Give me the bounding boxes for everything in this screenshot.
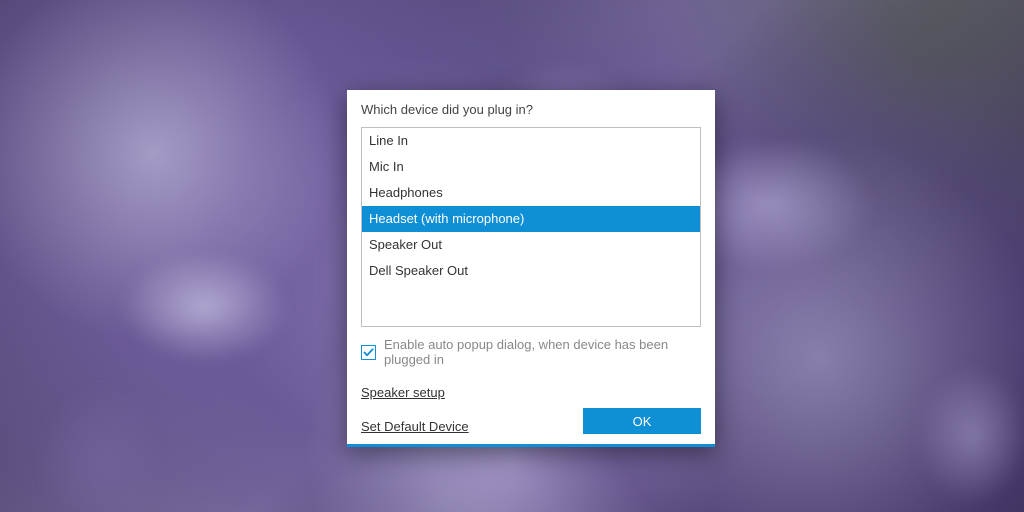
device-item-headphones[interactable]: Headphones	[362, 180, 700, 206]
dialog-title: Which device did you plug in?	[361, 102, 701, 117]
dialog-footer: Speaker setup Set Default Device OK	[361, 385, 701, 434]
audio-device-dialog: Which device did you plug in? Line In Mi…	[347, 90, 715, 447]
auto-popup-checkbox[interactable]	[361, 345, 376, 360]
desktop-background: Which device did you plug in? Line In Mi…	[0, 0, 1024, 512]
auto-popup-label: Enable auto popup dialog, when device ha…	[384, 337, 701, 367]
device-item-dell-speaker-out[interactable]: Dell Speaker Out	[362, 258, 700, 284]
device-item-line-in[interactable]: Line In	[362, 128, 700, 154]
auto-popup-row: Enable auto popup dialog, when device ha…	[361, 337, 701, 367]
device-item-mic-in[interactable]: Mic In	[362, 154, 700, 180]
device-item-headset[interactable]: Headset (with microphone)	[362, 206, 700, 232]
speaker-setup-link[interactable]: Speaker setup	[361, 385, 445, 400]
device-item-speaker-out[interactable]: Speaker Out	[362, 232, 700, 258]
ok-button[interactable]: OK	[583, 408, 701, 434]
set-default-device-link[interactable]: Set Default Device	[361, 419, 469, 434]
bottom-row: Set Default Device OK	[361, 408, 701, 434]
checkmark-icon	[363, 347, 374, 358]
device-list[interactable]: Line In Mic In Headphones Headset (with …	[361, 127, 701, 327]
